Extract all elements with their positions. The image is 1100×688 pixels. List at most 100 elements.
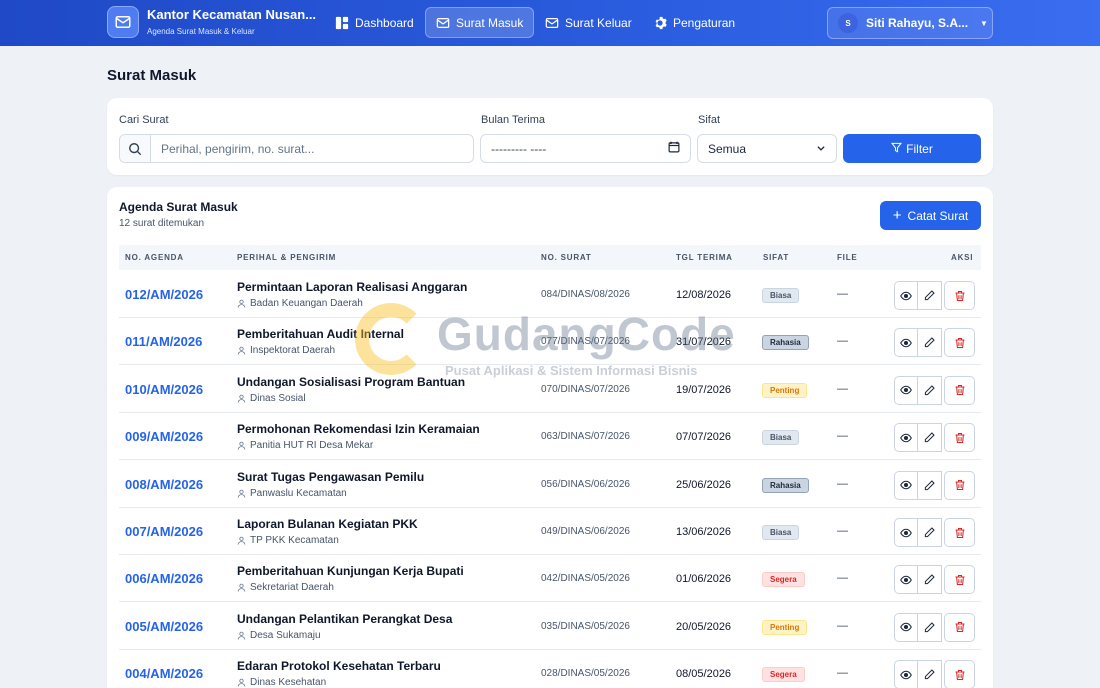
pengirim-text: Dinas Kesehatan — [250, 677, 327, 688]
view-button[interactable] — [894, 375, 918, 405]
agenda-number-link[interactable]: 007/AM/2026 — [125, 524, 203, 539]
pengirim-text: TP PKK Kecamatan — [250, 535, 339, 546]
outbox-mail-icon — [545, 16, 559, 30]
delete-button[interactable] — [944, 660, 975, 688]
month-picker[interactable]: --------- ---- — [480, 134, 691, 163]
nav-dashboard[interactable]: Dashboard — [325, 7, 424, 38]
view-button[interactable] — [894, 470, 918, 500]
file-cell: — — [837, 335, 848, 348]
sifat-select[interactable]: Semua — [697, 134, 837, 163]
edit-button[interactable] — [918, 470, 942, 500]
edit-button[interactable] — [918, 281, 942, 310]
table-row[interactable]: 004/AM/2026 Edaran Protokol Kesehatan Ter… — [119, 650, 981, 688]
view-button[interactable] — [894, 328, 918, 358]
calendar-icon[interactable] — [668, 141, 680, 156]
delete-button[interactable] — [944, 281, 975, 310]
nomor-surat: 084/DINAS/08/2026 — [541, 289, 630, 300]
edit-button[interactable] — [918, 660, 942, 688]
file-cell: — — [837, 572, 848, 585]
view-button[interactable] — [894, 612, 918, 642]
eye-icon — [900, 290, 912, 302]
brand-title[interactable]: Kantor Kecamatan Nusan... — [147, 7, 316, 22]
view-button[interactable] — [894, 565, 918, 595]
tanggal-terima: 20/05/2026 — [676, 620, 732, 633]
edit-button[interactable] — [918, 612, 942, 642]
agenda-number-link[interactable]: 011/AM/2026 — [125, 334, 202, 349]
gear-icon — [653, 16, 667, 30]
table-row[interactable]: 005/AM/2026 Undangan Pelantikan Perangkat… — [119, 603, 981, 650]
delete-button[interactable] — [944, 518, 975, 547]
funnel-icon — [891, 142, 903, 156]
delete-button[interactable] — [944, 565, 975, 595]
edit-button[interactable] — [918, 565, 942, 595]
table-row[interactable]: 011/AM/2026 Pemberitahuan Audit Internal I… — [119, 318, 981, 366]
view-button[interactable] — [894, 281, 918, 310]
search-input[interactable] — [151, 135, 473, 162]
header-aksi: AKSI — [951, 253, 974, 262]
agenda-number-link[interactable]: 006/AM/2026 — [125, 571, 203, 586]
pengirim: Panwaslu Kecamatan — [237, 488, 347, 499]
edit-button[interactable] — [918, 423, 942, 453]
edit-button[interactable] — [918, 328, 942, 358]
edit-button[interactable] — [918, 518, 942, 547]
person-icon — [237, 631, 246, 640]
pengirim: Dinas Sosial — [237, 393, 306, 404]
inbox-mail-icon — [436, 16, 450, 30]
filter-card: Cari Surat Bulan Terima Sifat --------- … — [107, 98, 993, 175]
table-row[interactable]: 012/AM/2026 Permintaan Laporan Realisasi … — [119, 271, 981, 318]
sifat-badge: Rahasia — [762, 477, 809, 493]
table-row[interactable]: 007/AM/2026 Laporan Bulanan Kegiatan PKK T… — [119, 508, 981, 555]
table-header: NO. AGENDA PERIHAL & PENGIRIM NO. SURAT … — [119, 245, 981, 270]
pengirim: Panitia HUT RI Desa Mekar — [237, 440, 373, 451]
header-tgl[interactable]: TGL TERIMA — [676, 253, 733, 262]
delete-button[interactable] — [944, 328, 975, 358]
nav-surat-masuk[interactable]: Surat Masuk — [425, 7, 535, 38]
tanggal-terima: 31/07/2026 — [676, 336, 732, 349]
agenda-number-link[interactable]: 005/AM/2026 — [125, 619, 203, 634]
perihal-text: Pemberitahuan Audit Internal — [237, 327, 404, 342]
view-button[interactable] — [894, 423, 918, 453]
nav-surat-keluar[interactable]: Surat Keluar — [535, 7, 642, 38]
agenda-number-link[interactable]: 010/AM/2026 — [125, 382, 203, 397]
filter-button[interactable]: Filter — [843, 134, 981, 163]
header-agenda[interactable]: NO. AGENDA — [125, 253, 184, 262]
pencil-icon — [924, 669, 935, 680]
eye-icon — [900, 669, 912, 681]
agenda-number-link[interactable]: 008/AM/2026 — [125, 477, 203, 492]
person-icon — [237, 489, 246, 498]
perihal-text: Pemberitahuan Kunjungan Kerja Bupati — [237, 564, 464, 579]
agenda-number-link[interactable]: 004/AM/2026 — [125, 666, 203, 681]
page-title: Surat Masuk — [107, 67, 197, 84]
nomor-surat: 070/DINAS/07/2026 — [541, 383, 630, 395]
trash-icon — [954, 432, 966, 444]
header-file[interactable]: FILE — [837, 253, 858, 262]
nav-pengaturan[interactable]: Pengaturan — [643, 7, 745, 38]
delete-button[interactable] — [944, 375, 975, 405]
edit-button[interactable] — [918, 375, 942, 405]
table-row[interactable]: 010/AM/2026 Undangan Sosialisasi Program … — [119, 366, 981, 413]
perihal-text: Permohonan Rekomendasi Izin Keramaian — [237, 422, 480, 437]
table-row[interactable]: 008/AM/2026 Surat Tugas Pengawasan Pemilu… — [119, 461, 981, 508]
table-row[interactable]: 009/AM/2026 Permohonan Rekomendasi Izin K… — [119, 413, 981, 461]
sifat-badge: Penting — [762, 619, 808, 635]
mail-logo-icon[interactable] — [107, 6, 139, 38]
view-button[interactable] — [894, 518, 918, 547]
sifat-value: Semua — [708, 141, 747, 156]
delete-button[interactable] — [944, 423, 975, 453]
header-perihal[interactable]: PERIHAL & PENGIRIM — [237, 253, 336, 262]
catat-surat-button[interactable]: + Catat Surat — [880, 201, 981, 230]
pengirim-text: Desa Sukamaju — [250, 629, 321, 641]
user-menu-dropdown[interactable]: S Siti Rahayu, S.A... ▼ — [827, 7, 993, 39]
delete-button[interactable] — [944, 612, 975, 642]
perihal-text: Undangan Sosialisasi Program Bantuan — [237, 374, 466, 389]
view-button[interactable] — [894, 660, 918, 688]
pengirim: Dinas Kesehatan — [237, 677, 326, 688]
pencil-icon — [924, 527, 935, 538]
delete-button[interactable] — [944, 470, 975, 500]
agenda-number-link[interactable]: 012/AM/2026 — [125, 287, 203, 302]
header-sifat[interactable]: SIFAT — [763, 253, 789, 262]
agenda-number-link[interactable]: 009/AM/2026 — [125, 429, 203, 444]
table-row[interactable]: 006/AM/2026 Pemberitahuan Kunjungan Kerja… — [119, 555, 981, 603]
header-nosurat[interactable]: NO. SURAT — [541, 253, 592, 262]
pengirim: Inspektorat Daerah — [237, 345, 335, 356]
